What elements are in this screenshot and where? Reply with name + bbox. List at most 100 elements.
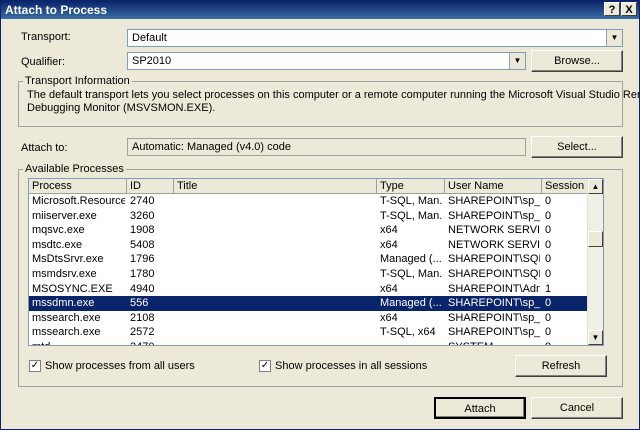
cancel-button[interactable]: Cancel bbox=[531, 397, 623, 419]
column-header-title[interactable]: Title bbox=[174, 179, 377, 194]
cell-user: SHAREPOINT\sp_... bbox=[448, 209, 540, 222]
cell-user: SYSTEM bbox=[448, 341, 540, 345]
table-row[interactable]: MsDtsSrvr.exe 1796 Managed (... SHAREPOINT\… bbox=[29, 252, 588, 267]
refresh-button[interactable]: Refresh bbox=[515, 355, 607, 377]
cell-session: 0 bbox=[545, 341, 585, 345]
cell-session: 0 bbox=[545, 224, 552, 237]
cell-type: T-SQL, Man... bbox=[380, 195, 443, 207]
cell-process: MSOSYNC.EXE bbox=[32, 282, 113, 295]
process-list[interactable]: Process ID Title Type User Name Session … bbox=[28, 178, 604, 346]
cell-user: NETWORK SERVICE bbox=[448, 224, 540, 237]
scroll-thumb[interactable] bbox=[588, 231, 603, 247]
help-button[interactable]: ? bbox=[604, 2, 620, 16]
checkmark-icon: ✓ bbox=[260, 360, 270, 371]
table-row[interactable]: msdtc.exe 5408 x64 NETWORK SERVICE 0 bbox=[29, 238, 588, 253]
cell-session: 0 bbox=[545, 326, 552, 339]
table-row[interactable]: Microsoft.Resource... 2740 T-SQL, Man... SH… bbox=[29, 194, 588, 209]
table-row[interactable]: mssdmn.exe 556 Managed (... SHAREPOINT\sp_.… bbox=[29, 296, 588, 312]
cell-id: 5408 bbox=[130, 238, 155, 251]
available-processes-title: Available Processes bbox=[23, 163, 126, 175]
table-row[interactable]: msmdsrv.exe 1780 T-SQL, Man... SHAREPOINT\S… bbox=[29, 267, 588, 282]
close-button[interactable]: X bbox=[621, 2, 637, 16]
cell-session: 0 bbox=[545, 195, 552, 207]
transport-info-title: Transport Information bbox=[23, 75, 132, 87]
select-button[interactable]: Select... bbox=[531, 136, 623, 158]
transport-combo[interactable]: Default ▼ bbox=[127, 29, 623, 47]
cell-session: 0 bbox=[545, 297, 552, 310]
qualifier-value: SP2010 bbox=[132, 55, 172, 67]
cell-type: Managed (... bbox=[380, 297, 442, 310]
cell-id: 1796 bbox=[130, 253, 155, 266]
cell-process: MsDtsSrvr.exe bbox=[32, 253, 104, 266]
cell-process: mssearch.exe bbox=[32, 311, 101, 324]
cell-id: 556 bbox=[130, 297, 149, 310]
table-row[interactable]: mtd... 2470... SYSTEM 0 bbox=[29, 340, 588, 345]
cell-session: 0 bbox=[545, 253, 552, 266]
cell-id: 1908 bbox=[130, 224, 155, 237]
cell-type: x64 bbox=[380, 282, 398, 295]
title-bar[interactable]: Attach to Process ? X bbox=[1, 1, 639, 19]
show-all-users-checkbox[interactable]: ✓ bbox=[29, 360, 41, 372]
transport-label: Transport: bbox=[21, 31, 71, 43]
attach-to-value: Automatic: Managed (v4.0) code bbox=[132, 141, 291, 153]
show-all-sessions-checkbox[interactable]: ✓ bbox=[259, 360, 271, 372]
cell-process: mssdmn.exe bbox=[32, 297, 95, 310]
checkmark-icon: ✓ bbox=[30, 360, 40, 371]
vertical-scrollbar[interactable]: ▲ ▼ bbox=[587, 179, 603, 345]
cell-process: Microsoft.Resource... bbox=[32, 195, 125, 207]
cell-session: 0 bbox=[545, 209, 552, 222]
table-row[interactable]: miiserver.exe 3260 T-SQL, Man... SHAREPOINT… bbox=[29, 209, 588, 224]
cell-id: 2470 bbox=[130, 341, 172, 345]
cell-process: miiserver.exe bbox=[32, 209, 97, 222]
cell-user: SHAREPOINT\SQL... bbox=[448, 268, 540, 280]
browse-button[interactable]: Browse... bbox=[531, 50, 623, 72]
cell-type: T-SQL, Man... bbox=[380, 209, 443, 222]
column-header-process[interactable]: Process bbox=[29, 179, 127, 194]
chevron-down-icon[interactable]: ▼ bbox=[509, 53, 525, 69]
cell-user: SHAREPOINT\Adm... bbox=[448, 282, 540, 295]
show-all-users-label[interactable]: Show processes from all users bbox=[45, 360, 195, 372]
qualifier-label: Qualifier: bbox=[21, 56, 66, 68]
transport-value: Default bbox=[132, 32, 167, 44]
attach-to-label: Attach to: bbox=[21, 142, 68, 154]
cell-user: SHAREPOINT\sp_... bbox=[448, 326, 540, 339]
scroll-down-icon[interactable]: ▼ bbox=[588, 330, 603, 345]
cell-type: x64 bbox=[380, 224, 398, 237]
cell-user: SHAREPOINT\SQL... bbox=[448, 253, 540, 266]
cell-id: 3260 bbox=[130, 209, 155, 222]
cell-session: 0 bbox=[545, 238, 552, 251]
cell-session: 0 bbox=[545, 311, 552, 324]
cell-id: 2572 bbox=[130, 326, 155, 339]
column-header-type[interactable]: Type bbox=[377, 179, 445, 194]
transport-info-line1: The default transport lets you select pr… bbox=[27, 89, 640, 101]
chevron-down-icon[interactable]: ▼ bbox=[606, 30, 622, 46]
column-header-user-name[interactable]: User Name bbox=[445, 179, 542, 194]
cell-type: T-SQL, x64 bbox=[380, 326, 436, 339]
cell-id: 2740 bbox=[130, 195, 155, 207]
cell-type: x64 bbox=[380, 311, 398, 324]
cell-process: msdtc.exe bbox=[32, 238, 83, 251]
show-all-sessions-label[interactable]: Show processes in all sessions bbox=[275, 360, 427, 372]
attach-button[interactable]: Attach bbox=[434, 397, 526, 419]
cell-user: SHAREPOINT\sp_... bbox=[448, 195, 540, 207]
cell-user: SHAREPOINT\sp_... bbox=[448, 311, 540, 324]
table-row[interactable]: MSOSYNC.EXE 4940 x64 SHAREPOINT\Adm... 1 bbox=[29, 282, 588, 297]
table-row[interactable]: mqsvc.exe 1908 x64 NETWORK SERVICE 0 bbox=[29, 223, 588, 238]
table-row[interactable]: mssearch.exe 2108 x64 SHAREPOINT\sp_... 0 bbox=[29, 311, 588, 326]
scroll-up-icon[interactable]: ▲ bbox=[588, 179, 603, 194]
column-header-session[interactable]: Session bbox=[542, 179, 588, 194]
column-header-id[interactable]: ID bbox=[127, 179, 174, 194]
attach-to-field: Automatic: Managed (v4.0) code bbox=[127, 138, 526, 156]
cell-type: x64 bbox=[380, 238, 398, 251]
cell-type: T-SQL, Man... bbox=[380, 268, 443, 280]
cell-id: 1780 bbox=[130, 268, 155, 280]
table-row[interactable]: mssearch.exe 2572 T-SQL, x64 SHAREPOINT\sp_… bbox=[29, 325, 588, 340]
attach-to-process-dialog: Attach to Process ? X Transport: Default… bbox=[0, 0, 640, 430]
cell-type: ... bbox=[380, 341, 443, 345]
qualifier-combo[interactable]: SP2010 ▼ bbox=[127, 52, 526, 70]
cell-process: msmdsrv.exe bbox=[32, 268, 97, 280]
cell-user: SHAREPOINT\sp_... bbox=[448, 297, 540, 310]
cell-id: 4940 bbox=[130, 282, 155, 295]
cell-process: mssearch.exe bbox=[32, 326, 101, 339]
transport-info-line2: Debugging Monitor (MSVSMON.EXE). bbox=[27, 102, 216, 114]
